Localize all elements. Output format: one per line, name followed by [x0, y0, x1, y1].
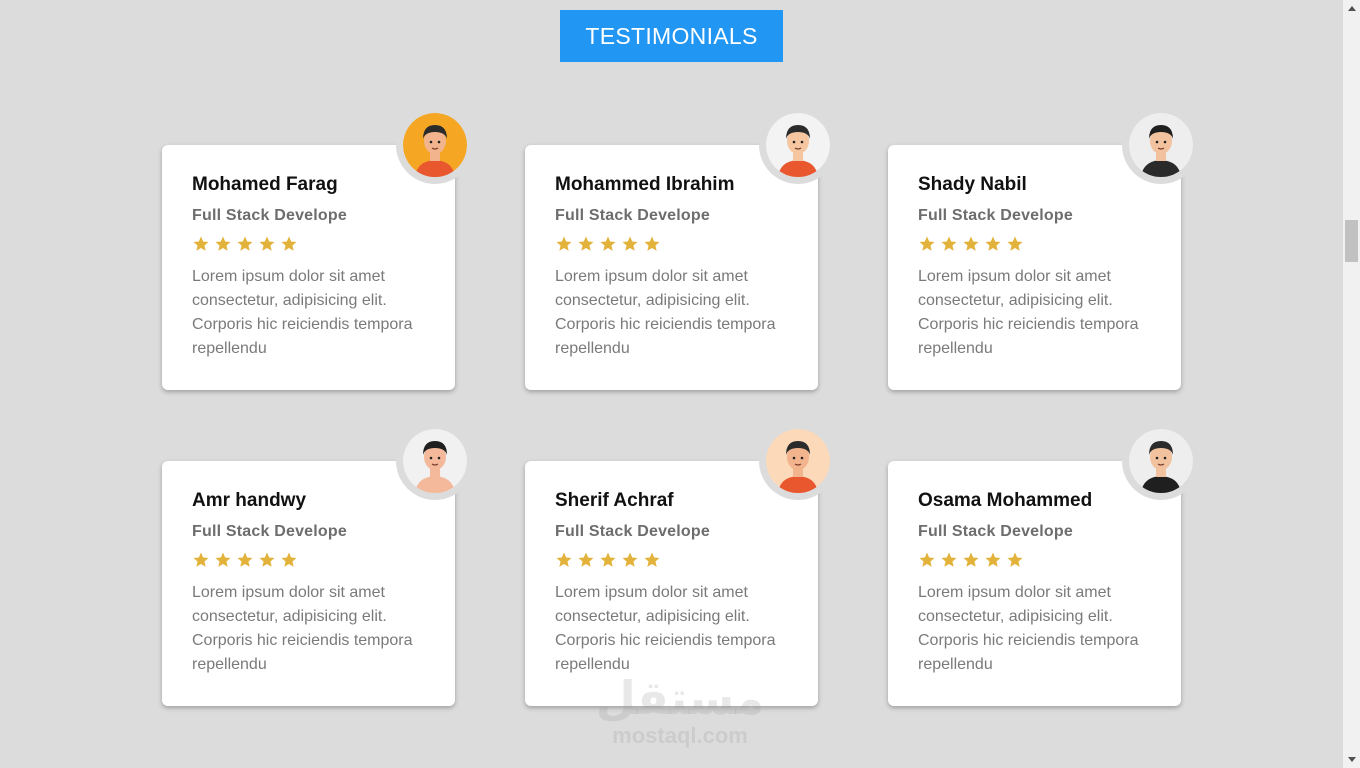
star-icon: [919, 552, 935, 567]
avatar-ring: [396, 106, 474, 184]
star-rating: [192, 235, 298, 253]
star-icon: [193, 236, 209, 251]
star-icon: [281, 552, 297, 567]
scroll-down-arrow-icon[interactable]: [1343, 751, 1360, 768]
avatar-ring: [1122, 422, 1200, 500]
star-icon: [600, 552, 616, 567]
star-icon: [622, 552, 638, 567]
testimonials-page: TESTIMONIALS Mohamed Farag Full Stack Dev…: [0, 0, 1343, 768]
reviewer-role: Full Stack Develope: [192, 207, 347, 224]
reviewer-role: Full Stack Develope: [918, 207, 1073, 224]
star-icon: [941, 552, 957, 567]
star-icon: [1007, 236, 1023, 251]
scroll-up-arrow-icon[interactable]: [1343, 0, 1360, 17]
avatar-mohawk-man-icon: [1129, 429, 1193, 493]
star-icon: [1007, 552, 1023, 567]
reviewer-name: Mohammed Ibrahim: [555, 174, 735, 195]
testimonial-text: Lorem ipsum dolor sit amet consectetur, …: [192, 268, 413, 357]
avatar-ring: [759, 106, 837, 184]
reviewer-name: Shady Nabil: [918, 174, 1027, 195]
avatar-ring: [759, 422, 837, 500]
reviewer-role: Full Stack Develope: [555, 523, 710, 540]
star-icon: [963, 552, 979, 567]
star-rating: [555, 551, 661, 569]
star-icon: [237, 236, 253, 251]
testimonial-text: Lorem ipsum dolor sit amet consectetur, …: [918, 584, 1139, 673]
star-icon: [556, 552, 572, 567]
star-icon: [259, 552, 275, 567]
reviewer-role: Full Stack Develope: [555, 207, 710, 224]
testimonial-text: Lorem ipsum dolor sit amet consectetur, …: [555, 584, 776, 673]
testimonial-card: Amr handwy Full Stack Develope Lorem ipsum…: [162, 422, 474, 706]
star-icon: [644, 552, 660, 567]
reviewer-role: Full Stack Develope: [192, 523, 347, 540]
avatar-bearded-man-icon: [766, 113, 830, 177]
star-icon: [963, 236, 979, 251]
avatar-glasses-man-icon: [1129, 113, 1193, 177]
star-icon: [644, 236, 660, 251]
reviewer-name: Amr handwy: [192, 490, 307, 511]
avatar-ring: [1122, 106, 1200, 184]
star-icon: [578, 552, 594, 567]
star-icon: [985, 552, 1001, 567]
testimonial-card: Mohammed Ibrahim Full Stack Develope Lorem…: [525, 106, 837, 390]
avatar-peach-bg-man-icon: [766, 429, 830, 493]
watermark-url: mostaql.com: [612, 723, 748, 748]
testimonial-card: Sherif Achraf Full Stack Develope Lorem ip…: [525, 422, 837, 706]
star-icon: [578, 236, 594, 251]
testimonial-card: Shady Nabil Full Stack Develope Lorem ipsu…: [888, 106, 1200, 390]
section-title: TESTIMONIALS: [560, 10, 783, 62]
reviewer-name: Sherif Achraf: [555, 490, 674, 511]
star-icon: [281, 236, 297, 251]
star-icon: [215, 236, 231, 251]
testimonial-text: Lorem ipsum dolor sit amet consectetur, …: [918, 268, 1139, 357]
star-rating: [192, 551, 298, 569]
star-icon: [600, 236, 616, 251]
reviewer-name: Mohamed Farag: [192, 174, 338, 195]
vertical-scrollbar[interactable]: [1343, 0, 1360, 768]
star-icon: [985, 236, 1001, 251]
avatar-ring: [396, 422, 474, 500]
testimonial-card: Mohamed Farag Full Stack Develope Lorem ip…: [162, 106, 474, 390]
reviewer-role: Full Stack Develope: [918, 523, 1073, 540]
scrollbar-thumb[interactable]: [1345, 220, 1358, 262]
star-icon: [556, 236, 572, 251]
star-rating: [555, 235, 661, 253]
star-rating: [918, 551, 1024, 569]
star-icon: [259, 236, 275, 251]
testimonial-text: Lorem ipsum dolor sit amet consectetur, …: [555, 268, 776, 357]
testimonial-text: Lorem ipsum dolor sit amet consectetur, …: [192, 584, 413, 673]
star-icon: [237, 552, 253, 567]
star-icon: [193, 552, 209, 567]
star-icon: [622, 236, 638, 251]
reviewer-name: Osama Mohammed: [918, 490, 1093, 511]
star-icon: [941, 236, 957, 251]
avatar-mustache-man-icon: [403, 429, 467, 493]
star-icon: [215, 552, 231, 567]
avatar-orange-shirt-icon: [403, 113, 467, 177]
star-icon: [919, 236, 935, 251]
star-rating: [918, 235, 1024, 253]
testimonial-card: Osama Mohammed Full Stack Develope Lorem i…: [888, 422, 1200, 706]
